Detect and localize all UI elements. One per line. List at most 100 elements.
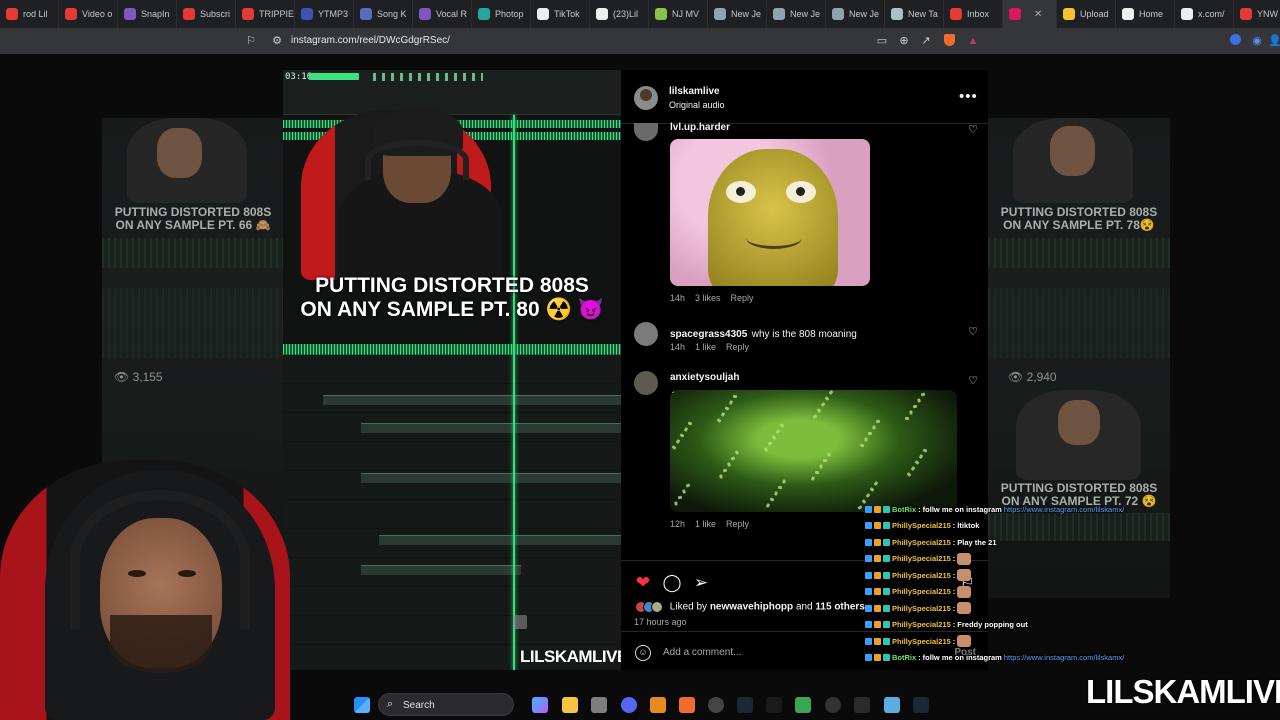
- url-field[interactable]: instagram.com/reel/DWcGdgrRSec/: [291, 35, 450, 46]
- chat-badge-icon: [865, 654, 872, 661]
- chat-text: Play the 21: [957, 537, 997, 547]
- browser-tab[interactable]: New Je: [708, 0, 767, 28]
- reply-button[interactable]: Reply: [731, 293, 754, 303]
- author-username[interactable]: lilskamlive: [669, 86, 720, 97]
- gif-debris: [816, 408, 822, 413]
- app-icon[interactable]: [766, 697, 782, 713]
- comment-like-icon[interactable]: ♡: [967, 326, 979, 338]
- browser-tab[interactable]: TRIPPIE: [236, 0, 295, 28]
- chat-separator: :: [952, 537, 956, 547]
- fl-studio-icon[interactable]: [650, 697, 666, 713]
- comment-username[interactable]: anxietysouljah: [670, 372, 739, 383]
- browser-tab[interactable]: TikTok: [531, 0, 590, 28]
- windows-start-icon[interactable]: [354, 697, 370, 713]
- browser-tab[interactable]: Vocal R: [413, 0, 472, 28]
- comment-avatar[interactable]: [634, 322, 658, 346]
- audio-label[interactable]: Original audio: [669, 100, 725, 110]
- stream-chat-overlay: BotRix: follw me on instagram https://www.…: [865, 502, 1165, 670]
- daw-note-icon: [513, 615, 527, 629]
- browser-tab[interactable]: Subscri: [177, 0, 236, 28]
- reply-button[interactable]: Reply: [726, 519, 749, 529]
- emoji-icon[interactable]: ☺: [635, 645, 651, 661]
- reply-button[interactable]: Reply: [726, 342, 749, 352]
- tab-favicon-icon: [950, 8, 962, 20]
- comment-avatar[interactable]: [634, 371, 658, 395]
- chat-link[interactable]: https://www.instagram.com/lilskamx/: [1004, 505, 1124, 514]
- gif-debris: [918, 454, 924, 459]
- bookmark-icon[interactable]: ⚐: [244, 34, 258, 48]
- liked-others[interactable]: 115 others: [815, 602, 864, 613]
- comment-avatar[interactable]: [634, 123, 658, 141]
- browser-tab[interactable]: New Je: [767, 0, 826, 28]
- chat-message: BotRix: follw me on instagram https://www.…: [865, 651, 1124, 665]
- steam-icon-2[interactable]: [913, 697, 929, 713]
- taskbar-search[interactable]: ⌕ Search: [378, 693, 514, 716]
- gif-debris: [687, 421, 693, 426]
- comment-icon[interactable]: ◯: [662, 573, 682, 593]
- notepad-icon[interactable]: [884, 697, 900, 713]
- obs-icon[interactable]: [708, 697, 724, 713]
- chat-badge-icon: [865, 604, 872, 612]
- close-tab-icon[interactable]: ✕: [1034, 9, 1042, 20]
- browser-tab[interactable]: Photop: [472, 0, 531, 28]
- liked-by-user[interactable]: newwavehiphopp: [710, 602, 793, 613]
- browser-tab[interactable]: Inbox: [944, 0, 1003, 28]
- browser-tab[interactable]: SnapIn: [118, 0, 177, 28]
- browser-tab[interactable]: New Ta: [885, 0, 944, 28]
- comment-username[interactable]: lvl.up.harder: [670, 122, 730, 133]
- store-icon[interactable]: [591, 697, 607, 713]
- chat-username: PhillySpecial215: [892, 587, 951, 596]
- brave-shield-icon[interactable]: [942, 34, 956, 48]
- daw-toolbar: 03:16: [283, 70, 621, 115]
- copilot-icon[interactable]: [532, 697, 548, 713]
- profile-icon[interactable]: 👤: [1268, 34, 1280, 48]
- share-icon[interactable]: ↗: [919, 34, 933, 48]
- gif-debris: [720, 412, 726, 417]
- comment-input[interactable]: Add a comment...: [663, 647, 741, 658]
- chat-badge-icon: [874, 637, 881, 645]
- share-send-icon[interactable]: ➢: [691, 573, 711, 593]
- wallet-icon[interactable]: ◉: [1250, 34, 1264, 48]
- gif-debris: [722, 468, 728, 473]
- browser-tab[interactable]: YTMP3: [295, 0, 354, 28]
- comment-username[interactable]: spacegrass4305: [670, 329, 747, 340]
- chat-badge-icon: [874, 538, 881, 546]
- 4k-downloader-icon[interactable]: [825, 697, 841, 713]
- brave-icon[interactable]: [679, 697, 695, 713]
- file-explorer-icon[interactable]: [562, 697, 578, 713]
- browser-tab[interactable]: Song K: [354, 0, 413, 28]
- browser-tab[interactable]: YNW: [1234, 0, 1280, 28]
- gif-debris: [812, 414, 818, 419]
- browser-tab[interactable]: Video o: [59, 0, 118, 28]
- discord-icon[interactable]: [621, 697, 637, 713]
- comment-like-icon[interactable]: ♡: [967, 375, 979, 387]
- steam-icon[interactable]: [737, 697, 753, 713]
- settings-app-icon[interactable]: [854, 697, 870, 713]
- chat-link[interactable]: https://www.instagram.com/lilskamx/: [1004, 653, 1124, 662]
- browser-tab[interactable]: rod Lil: [0, 0, 59, 28]
- app-icon-2[interactable]: [795, 697, 811, 713]
- author-avatar[interactable]: [634, 86, 658, 110]
- browser-tab[interactable]: NJ MV: [649, 0, 708, 28]
- chat-text: follw me on instagram: [922, 504, 1002, 514]
- eye-icon: 👁: [1008, 370, 1024, 384]
- more-options-icon[interactable]: •••: [959, 88, 978, 105]
- extension-icon[interactable]: [1228, 34, 1242, 48]
- gif-debris: [869, 487, 875, 492]
- rewards-icon[interactable]: ▲: [966, 34, 980, 48]
- comment-like-icon[interactable]: ♡: [967, 124, 979, 136]
- screen-icon[interactable]: ▭: [875, 34, 889, 48]
- browser-tab[interactable]: Upload: [1057, 0, 1116, 28]
- zoom-icon[interactable]: ⊕: [897, 34, 911, 48]
- browser-tab[interactable]: New Je: [826, 0, 885, 28]
- browser-tab[interactable]: ✕: [1003, 0, 1057, 28]
- browser-tab[interactable]: x.com/: [1175, 0, 1234, 28]
- browser-tab[interactable]: (23)Lil: [590, 0, 649, 28]
- gif-debris: [683, 427, 689, 432]
- browser-tab[interactable]: Home: [1116, 0, 1175, 28]
- chat-message: BotRix: follw me on instagram https://www.…: [865, 502, 1124, 516]
- site-settings-icon[interactable]: ⚙: [270, 34, 284, 48]
- like-heart-icon[interactable]: ❤: [633, 573, 653, 593]
- gif-debris: [719, 474, 723, 479]
- chat-badge-icon: [865, 505, 872, 513]
